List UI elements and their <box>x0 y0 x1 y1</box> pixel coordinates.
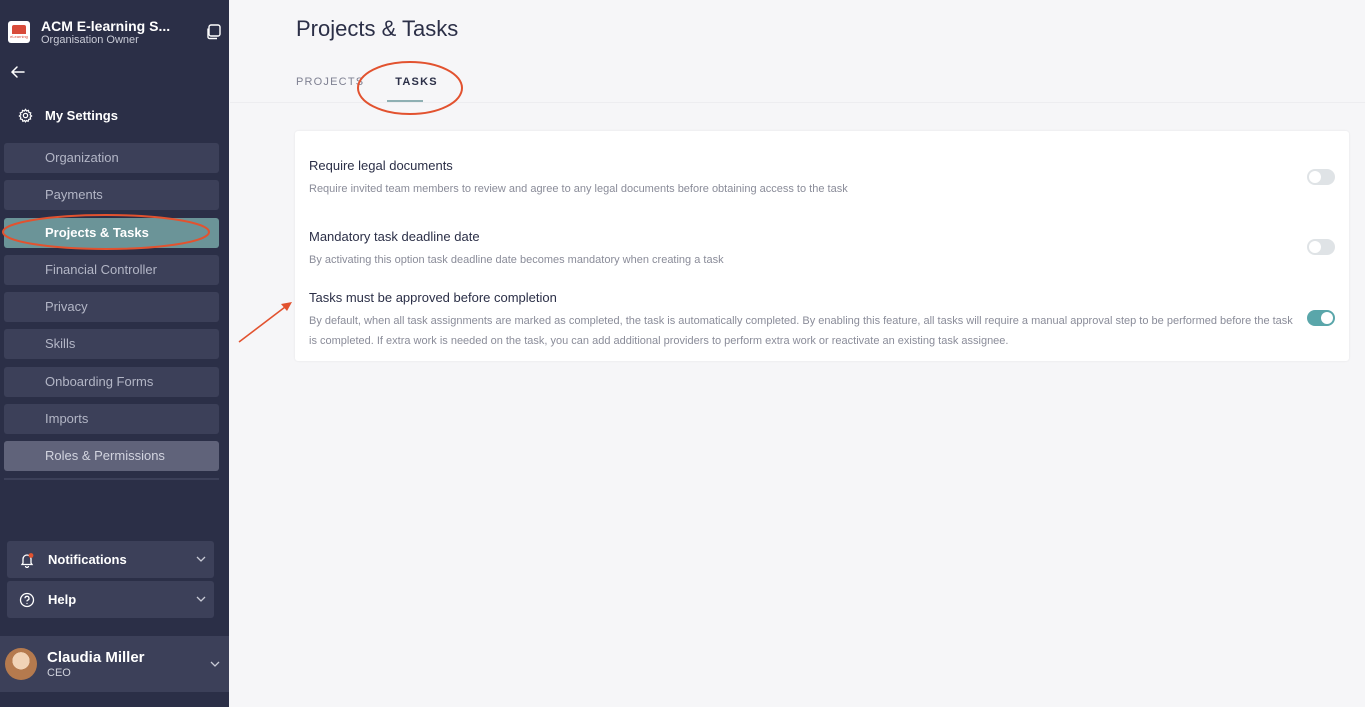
help-section[interactable]: Help <box>7 581 214 618</box>
tab-projects[interactable]: PROJECTS <box>296 76 364 88</box>
chevron-down-icon <box>196 556 206 562</box>
nav-item-financial-controller[interactable]: Financial Controller <box>4 254 219 285</box>
mandatory-deadline-toggle[interactable] <box>1307 239 1335 255</box>
setting-title: Mandatory task deadline date <box>309 229 480 244</box>
divider <box>230 102 1365 103</box>
org-name: ACM E-learning S... <box>41 17 171 34</box>
approval-before-completion-toggle[interactable] <box>1307 310 1335 326</box>
nav-item-roles-permissions[interactable]: Roles & Permissions <box>4 441 219 472</box>
tabs: PROJECTS TASKS <box>296 76 469 88</box>
setting-description: By activating this option task deadline … <box>309 254 724 266</box>
user-role: CEO <box>47 666 71 679</box>
nav-item-privacy[interactable]: Privacy <box>4 292 219 323</box>
sidebar: eLearning ACM E-learning S... Organisati… <box>0 0 229 707</box>
user-menu[interactable]: Claudia Miller CEO <box>0 636 229 692</box>
setting-description: Require invited team members to review a… <box>309 183 848 195</box>
legal-documents-toggle[interactable] <box>1307 169 1335 185</box>
gear-icon <box>18 108 33 123</box>
nav-item-imports[interactable]: Imports <box>4 404 219 435</box>
my-settings-header: My Settings <box>18 108 118 123</box>
setting-title: Tasks must be approved before completion <box>309 290 557 305</box>
nav-item-payments[interactable]: Payments <box>4 180 219 211</box>
setting-approval-before-completion: Tasks must be approved before completion… <box>309 290 1299 351</box>
help-icon <box>19 592 35 607</box>
notifications-label: Notifications <box>48 552 127 567</box>
my-settings-label: My Settings <box>45 108 118 123</box>
nav-item-projects-tasks[interactable]: Projects & Tasks <box>4 217 219 248</box>
task-settings-card: Require legal documents Require invited … <box>295 131 1349 361</box>
notifications-section[interactable]: Notifications <box>7 541 214 578</box>
setting-title: Require legal documents <box>309 158 453 173</box>
user-name: Claudia Miller <box>47 648 145 666</box>
bell-icon <box>20 552 34 568</box>
switch-org-icon[interactable] <box>205 23 223 41</box>
avatar <box>5 648 37 680</box>
page-title: Projects & Tasks <box>296 16 459 41</box>
nav-item-organization[interactable]: Organization <box>4 143 219 173</box>
setting-description: By default, when all task assignments ar… <box>309 315 1293 347</box>
help-label: Help <box>48 592 77 607</box>
setting-mandatory-deadline: Mandatory task deadline date By activati… <box>309 229 1299 270</box>
setting-legal-documents: Require legal documents Require invited … <box>309 158 1299 199</box>
back-arrow-icon[interactable] <box>10 64 26 80</box>
nav-item-onboarding-forms[interactable]: Onboarding Forms <box>4 366 219 397</box>
org-switcher[interactable]: eLearning ACM E-learning S... Organisati… <box>8 14 223 50</box>
nav-item-skills[interactable]: Skills <box>4 329 219 360</box>
nav-divider <box>4 478 219 480</box>
org-role: Organisation Owner <box>41 33 139 46</box>
chevron-down-icon <box>196 596 206 602</box>
org-logo: eLearning <box>8 21 30 43</box>
settings-nav: Organization Payments Projects & Tasks F… <box>4 143 219 479</box>
chevron-down-icon <box>210 661 220 667</box>
tab-tasks[interactable]: TASKS <box>395 76 437 88</box>
